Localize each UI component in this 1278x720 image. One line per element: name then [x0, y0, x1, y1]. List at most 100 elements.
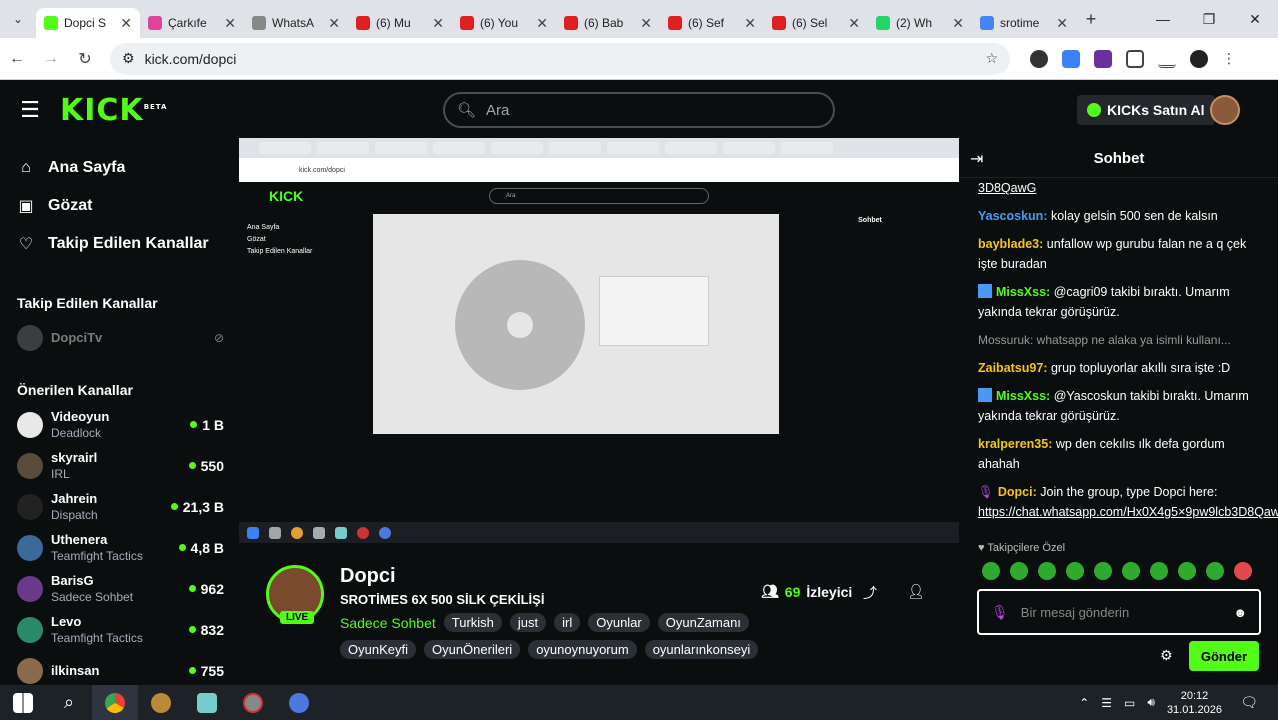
chat-username[interactable]: MissXss	[996, 285, 1046, 299]
emote-icon[interactable]	[982, 562, 1000, 580]
extensions-puzzle-icon[interactable]	[1126, 49, 1144, 68]
stream-tag[interactable]: Turkish	[443, 613, 502, 632]
chat-username[interactable]: Zaibatsu97	[978, 361, 1043, 375]
tray-chevron-icon[interactable]: ⌃	[1079, 696, 1089, 710]
network-icon[interactable]: ☰	[1101, 696, 1112, 710]
kick-logo[interactable]: KICKBETA	[60, 93, 167, 128]
recommended-channel[interactable]: Levo Teamfight Tactics 832	[0, 609, 238, 650]
emote-icon[interactable]	[1206, 562, 1224, 580]
emote-icon[interactable]	[1234, 562, 1252, 580]
browser-tab[interactable]: (2) Wh ✕	[868, 8, 972, 38]
emote-icon[interactable]	[1010, 562, 1028, 580]
stream-video-player[interactable]: kick.com/dopci KICK Ara Ana Sayfa Gözat …	[239, 138, 959, 543]
emoji-picker-icon[interactable]: ☻	[1233, 605, 1247, 620]
close-tab-icon[interactable]: ✕	[744, 15, 756, 32]
close-tab-icon[interactable]: ✕	[328, 15, 340, 32]
close-tab-icon[interactable]: ✕	[1056, 15, 1068, 32]
taskbar-search-icon[interactable]: ⌕	[46, 685, 92, 720]
tab-search-dropdown[interactable]: ⌄	[0, 0, 36, 38]
browser-tab[interactable]: srotime ✕	[972, 8, 1076, 38]
bookmark-star-icon[interactable]: ☆	[985, 50, 998, 67]
url-field[interactable]: ⚙ kick.com/dopci ☆	[110, 42, 1010, 75]
browser-tab[interactable]: (6) Sel ✕	[764, 8, 868, 38]
browser-tab[interactable]: (6) Mu ✕	[348, 8, 452, 38]
browser-menu-icon[interactable]: ⋮	[1222, 50, 1236, 68]
stream-tag[interactable]: oyunoynuyorum	[528, 640, 637, 659]
stream-tag[interactable]: just	[509, 613, 547, 632]
stream-tag[interactable]: Oyunlar	[588, 613, 650, 632]
battery-icon[interactable]: ▭	[1124, 696, 1135, 710]
media-control-icon[interactable]	[1158, 50, 1176, 68]
emote-icon[interactable]	[1066, 562, 1084, 580]
app-taskbar-icon[interactable]	[276, 685, 322, 720]
close-window-button[interactable]: ✕	[1232, 11, 1278, 28]
chat-username[interactable]: bayblade3	[978, 237, 1039, 251]
emote-icon[interactable]	[1122, 562, 1140, 580]
stream-category-link[interactable]: Sadece Sohbet	[340, 615, 436, 631]
site-info-icon[interactable]: ⚙	[122, 50, 135, 67]
recommended-channel[interactable]: ilkinsan 755	[0, 650, 238, 685]
close-tab-icon[interactable]: ✕	[536, 15, 548, 32]
search-input[interactable]: 🔍︎ Ara	[443, 92, 835, 128]
extension-icon[interactable]	[1094, 49, 1112, 68]
app-taskbar-icon[interactable]	[138, 685, 184, 720]
sidebar-nav-item[interactable]: ♡ Takip Edilen Kanallar	[0, 225, 238, 263]
close-tab-icon[interactable]: ✕	[432, 15, 444, 32]
follow-user-icon[interactable]: 👤︎	[907, 583, 925, 600]
buy-kicks-button[interactable]: KICKs Satın Al	[1077, 95, 1215, 125]
reload-button[interactable]: ↻	[68, 49, 102, 69]
restore-button[interactable]: ❐	[1186, 11, 1232, 28]
user-avatar[interactable]	[1210, 95, 1240, 125]
emote-icon[interactable]	[1038, 562, 1056, 580]
minimize-button[interactable]: —	[1140, 11, 1186, 27]
clock[interactable]: 20:12 31.01.2026	[1167, 689, 1222, 717]
sidebar-nav-item[interactable]: ⌂ Ana Sayfa	[0, 149, 238, 187]
close-tab-icon[interactable]: ✕	[640, 15, 652, 32]
stream-tag[interactable]: OyunKeyfi	[340, 640, 416, 659]
close-tab-icon[interactable]: ✕	[120, 15, 132, 32]
browser-tab[interactable]: Çarkıfe ✕	[140, 8, 244, 38]
stream-tag[interactable]: OyunÖnerileri	[423, 640, 521, 659]
forward-button[interactable]: →	[34, 50, 68, 68]
chat-link[interactable]: https://chat.whatsapp.com/Hx0X4g5×9pw9lc…	[978, 505, 1278, 519]
close-tab-icon[interactable]: ✕	[224, 15, 236, 32]
notification-icon[interactable]: 🗨︎	[1240, 694, 1258, 711]
close-tab-icon[interactable]: ✕	[952, 15, 964, 32]
browser-tab[interactable]: Dopci S ✕	[36, 8, 140, 38]
recommended-channel[interactable]: Jahrein Dispatch 21,3 B	[0, 486, 238, 527]
stream-tag[interactable]: irl	[554, 613, 581, 632]
chat-username[interactable]: kralperen35	[978, 437, 1048, 451]
volume-icon[interactable]: 🔊︎	[1147, 695, 1155, 710]
share-icon[interactable]: ⤴	[863, 583, 877, 603]
recommended-channel[interactable]: skyrairl IRL 550	[0, 445, 238, 486]
send-button[interactable]: Gönder	[1189, 641, 1259, 671]
chat-username[interactable]: Dopci	[998, 485, 1033, 499]
app-taskbar-icon[interactable]	[184, 685, 230, 720]
menu-hamburger-icon[interactable]: ☰	[0, 97, 60, 123]
chat-username[interactable]: Yascoskun	[978, 209, 1043, 223]
streamer-name[interactable]: Dopci	[340, 565, 396, 588]
sidebar-nav-item[interactable]: ▣ Gözat	[0, 187, 238, 225]
extension-icon[interactable]	[1062, 49, 1080, 68]
emote-icon[interactable]	[1150, 562, 1168, 580]
chat-message-input[interactable]: 🎙︎ Bir mesaj gönderin ☻	[977, 589, 1261, 635]
chat-settings-gear-icon[interactable]: ⚙	[1160, 647, 1173, 664]
browser-tab[interactable]: (6) Bab ✕	[556, 8, 660, 38]
browser-tab[interactable]: (6) You ✕	[452, 8, 556, 38]
close-tab-icon[interactable]: ✕	[848, 15, 860, 32]
chrome-taskbar-icon[interactable]	[92, 685, 138, 720]
collapse-chat-icon[interactable]: ⇥	[970, 149, 983, 169]
recommended-channel[interactable]: Videoyun Deadlock 1 B	[0, 404, 238, 445]
back-button[interactable]: ←	[0, 50, 34, 68]
start-button[interactable]	[0, 685, 46, 720]
extension-icon[interactable]	[1030, 49, 1048, 68]
recommended-channel[interactable]: BarisG Sadece Sohbet 962	[0, 568, 238, 609]
emote-icon[interactable]	[1094, 562, 1112, 580]
stream-tag[interactable]: OyunZamanı	[657, 613, 749, 632]
app-taskbar-icon[interactable]	[230, 685, 276, 720]
profile-avatar-icon[interactable]	[1190, 49, 1208, 68]
recommended-channel[interactable]: Uthenera Teamfight Tactics 4,8 B	[0, 527, 238, 568]
followed-channel[interactable]: DopciTv ⊘	[0, 317, 238, 358]
browser-tab[interactable]: WhatsA ✕	[244, 8, 348, 38]
chat-username[interactable]: MissXss	[996, 389, 1046, 403]
